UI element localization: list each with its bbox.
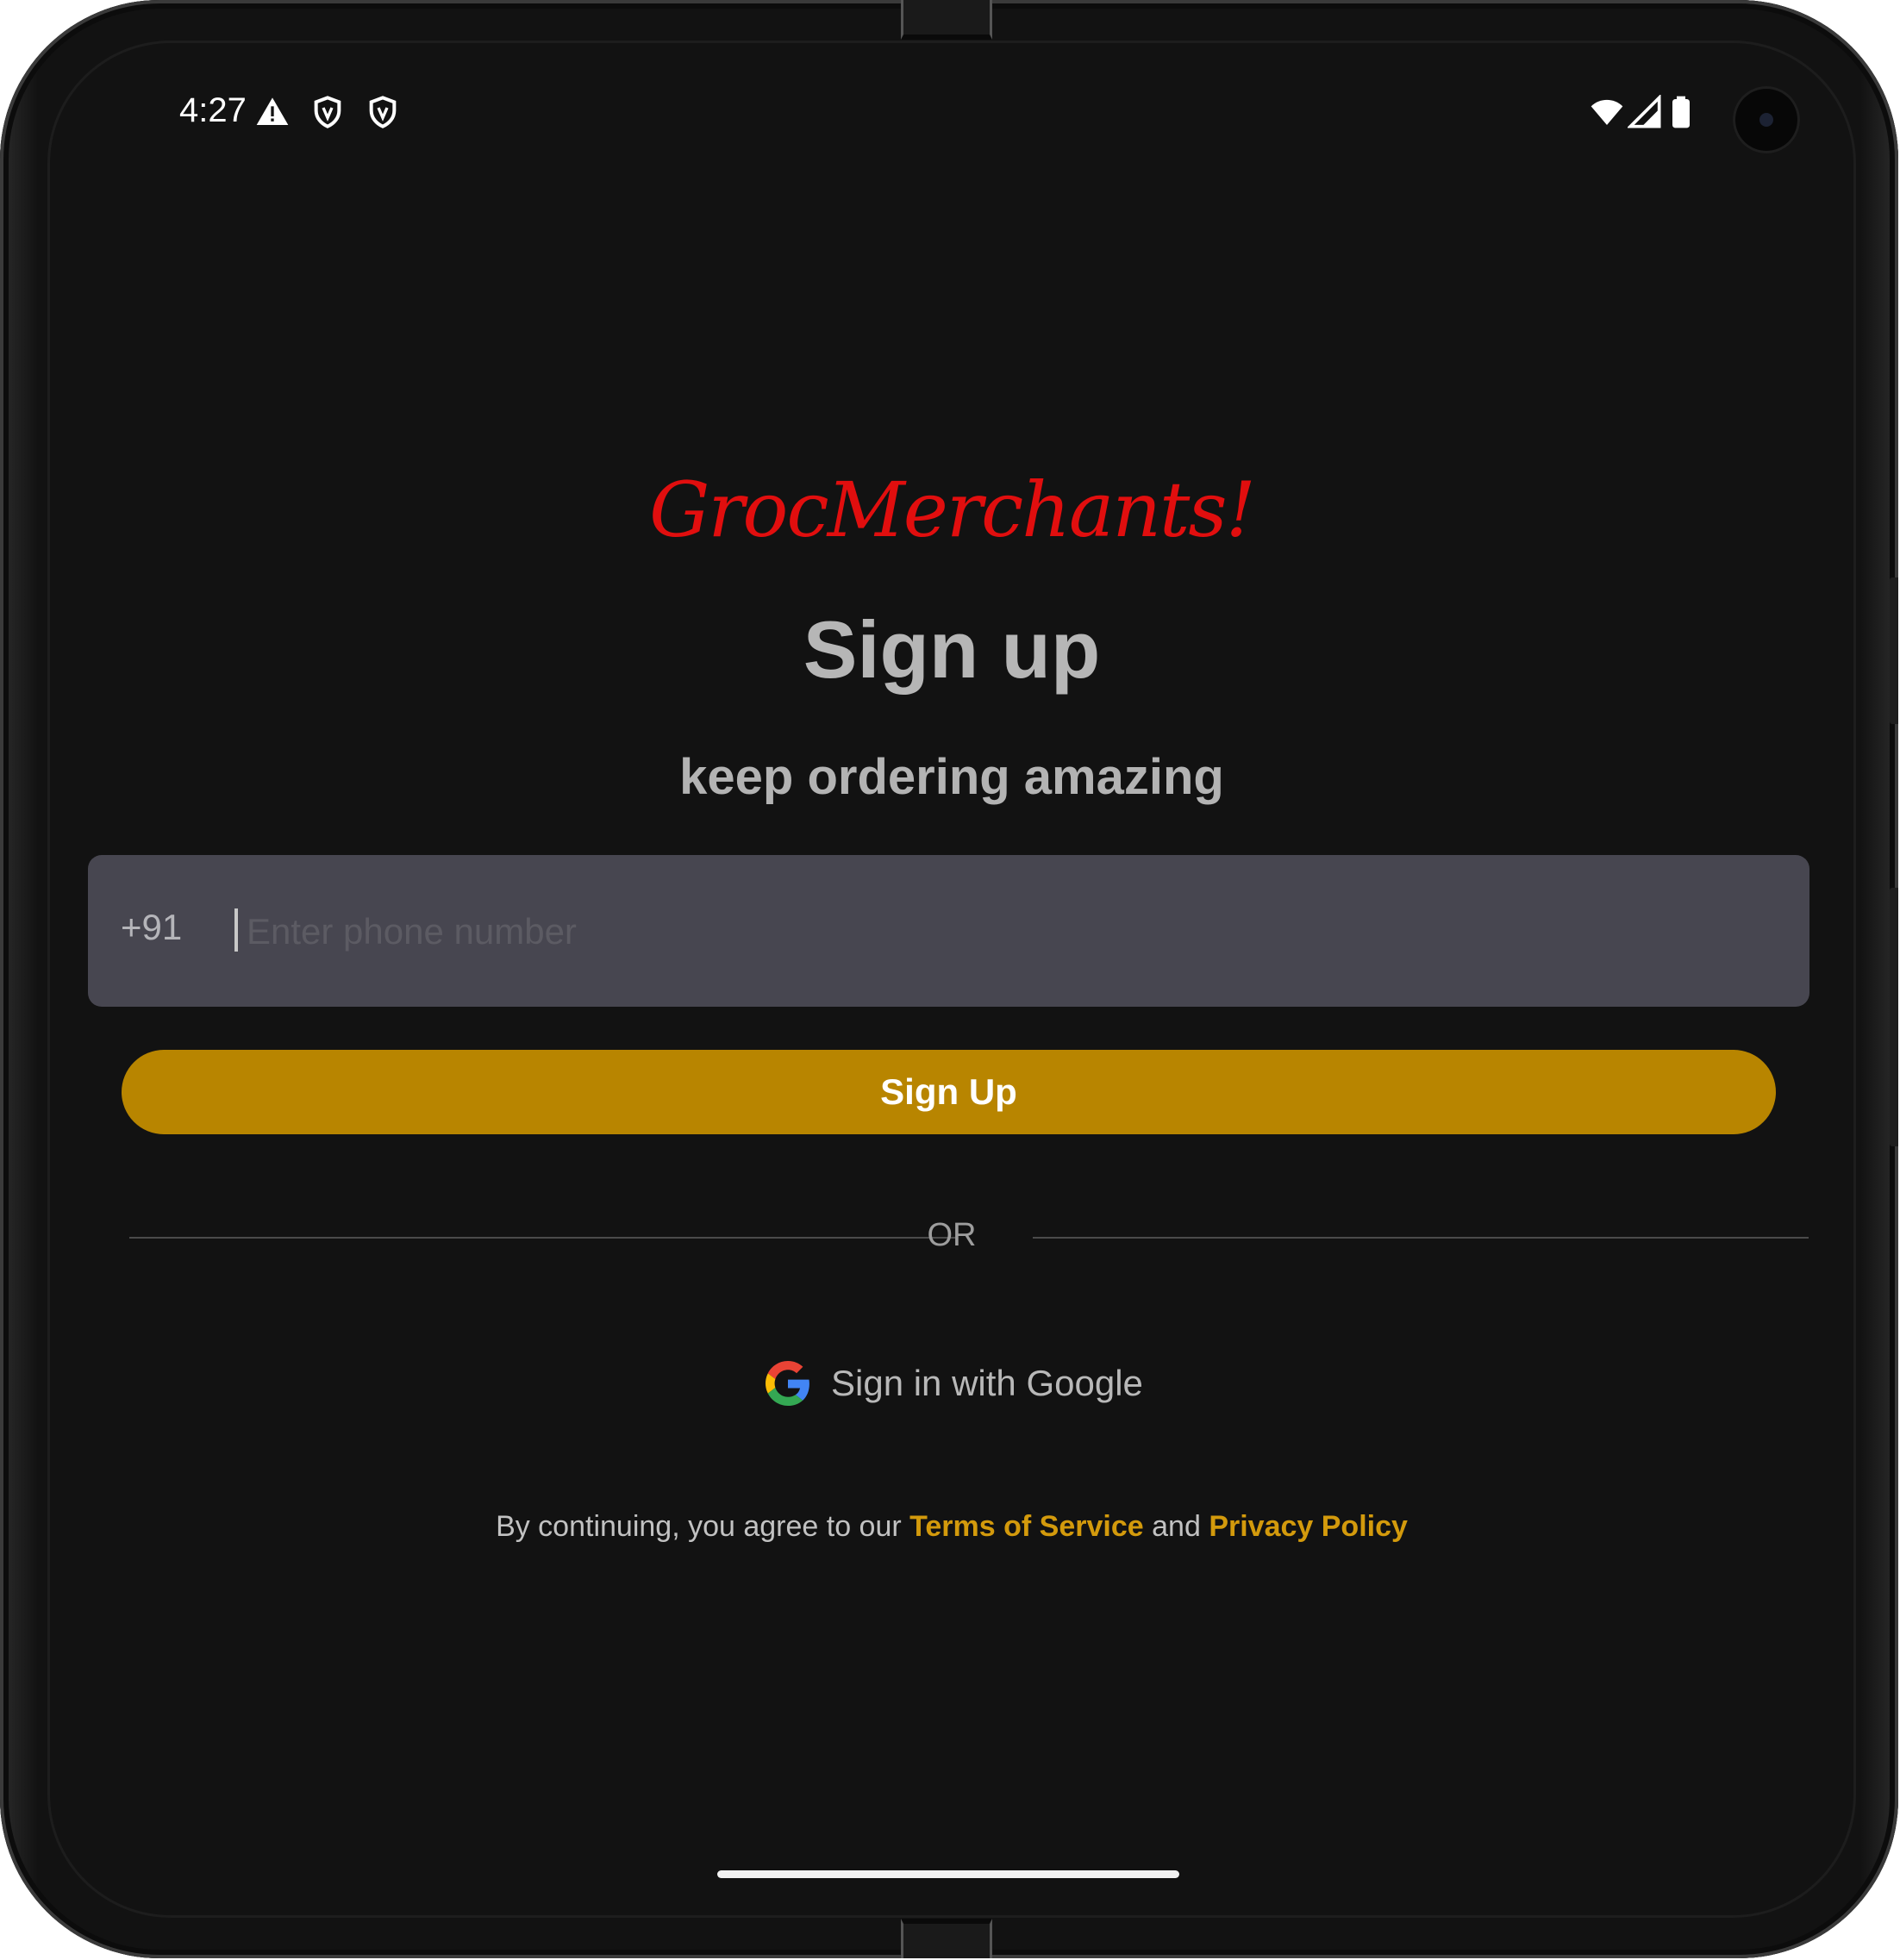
country-code[interactable]: +91 (121, 907, 182, 948)
brand-logo: GrocMerchants! (649, 465, 1256, 554)
app-screen: 4:27 GrocMerchants! Sign up keep orderin… (50, 43, 1853, 1915)
status-bar: 4:27 (50, 43, 1853, 181)
text-cursor (234, 908, 238, 952)
wifi-icon (1591, 99, 1623, 125)
battery-icon (1672, 96, 1690, 128)
home-indicator[interactable] (717, 1870, 1179, 1878)
status-time: 4:27 (179, 91, 247, 129)
google-icon (766, 1361, 809, 1406)
signal-icon (1628, 95, 1661, 128)
legal-connector: and (1152, 1510, 1201, 1543)
front-camera (1733, 86, 1800, 153)
hinge-bottom (901, 1919, 992, 1958)
volume-button (1890, 888, 1898, 1146)
privacy-link[interactable]: Privacy Policy (1209, 1510, 1408, 1543)
terms-link[interactable]: Terms of Service (909, 1510, 1144, 1543)
google-signin-label: Sign in with Google (831, 1363, 1143, 1403)
page-title: Sign up (803, 604, 1101, 695)
legal-prefix: By continuing, you agree to our (496, 1510, 902, 1543)
signup-button[interactable]: Sign Up (122, 1050, 1776, 1134)
hinge-top (901, 0, 992, 40)
shield-icon (369, 96, 397, 128)
google-signin-button[interactable]: Sign in with Google (766, 1353, 1143, 1414)
device-frame: 4:27 GrocMerchants! Sign up keep orderin… (0, 0, 1898, 1958)
page-subtitle: keep ordering amazing (679, 749, 1224, 805)
phone-input[interactable] (245, 889, 1766, 974)
legal-notice: By continuing, you agree to our Terms of… (50, 1510, 1853, 1544)
phone-field[interactable]: +91 (88, 855, 1809, 1007)
power-button (1890, 577, 1898, 724)
warning-icon (256, 97, 289, 125)
shield-icon (314, 96, 341, 128)
divider-label: OR (927, 1217, 977, 1253)
